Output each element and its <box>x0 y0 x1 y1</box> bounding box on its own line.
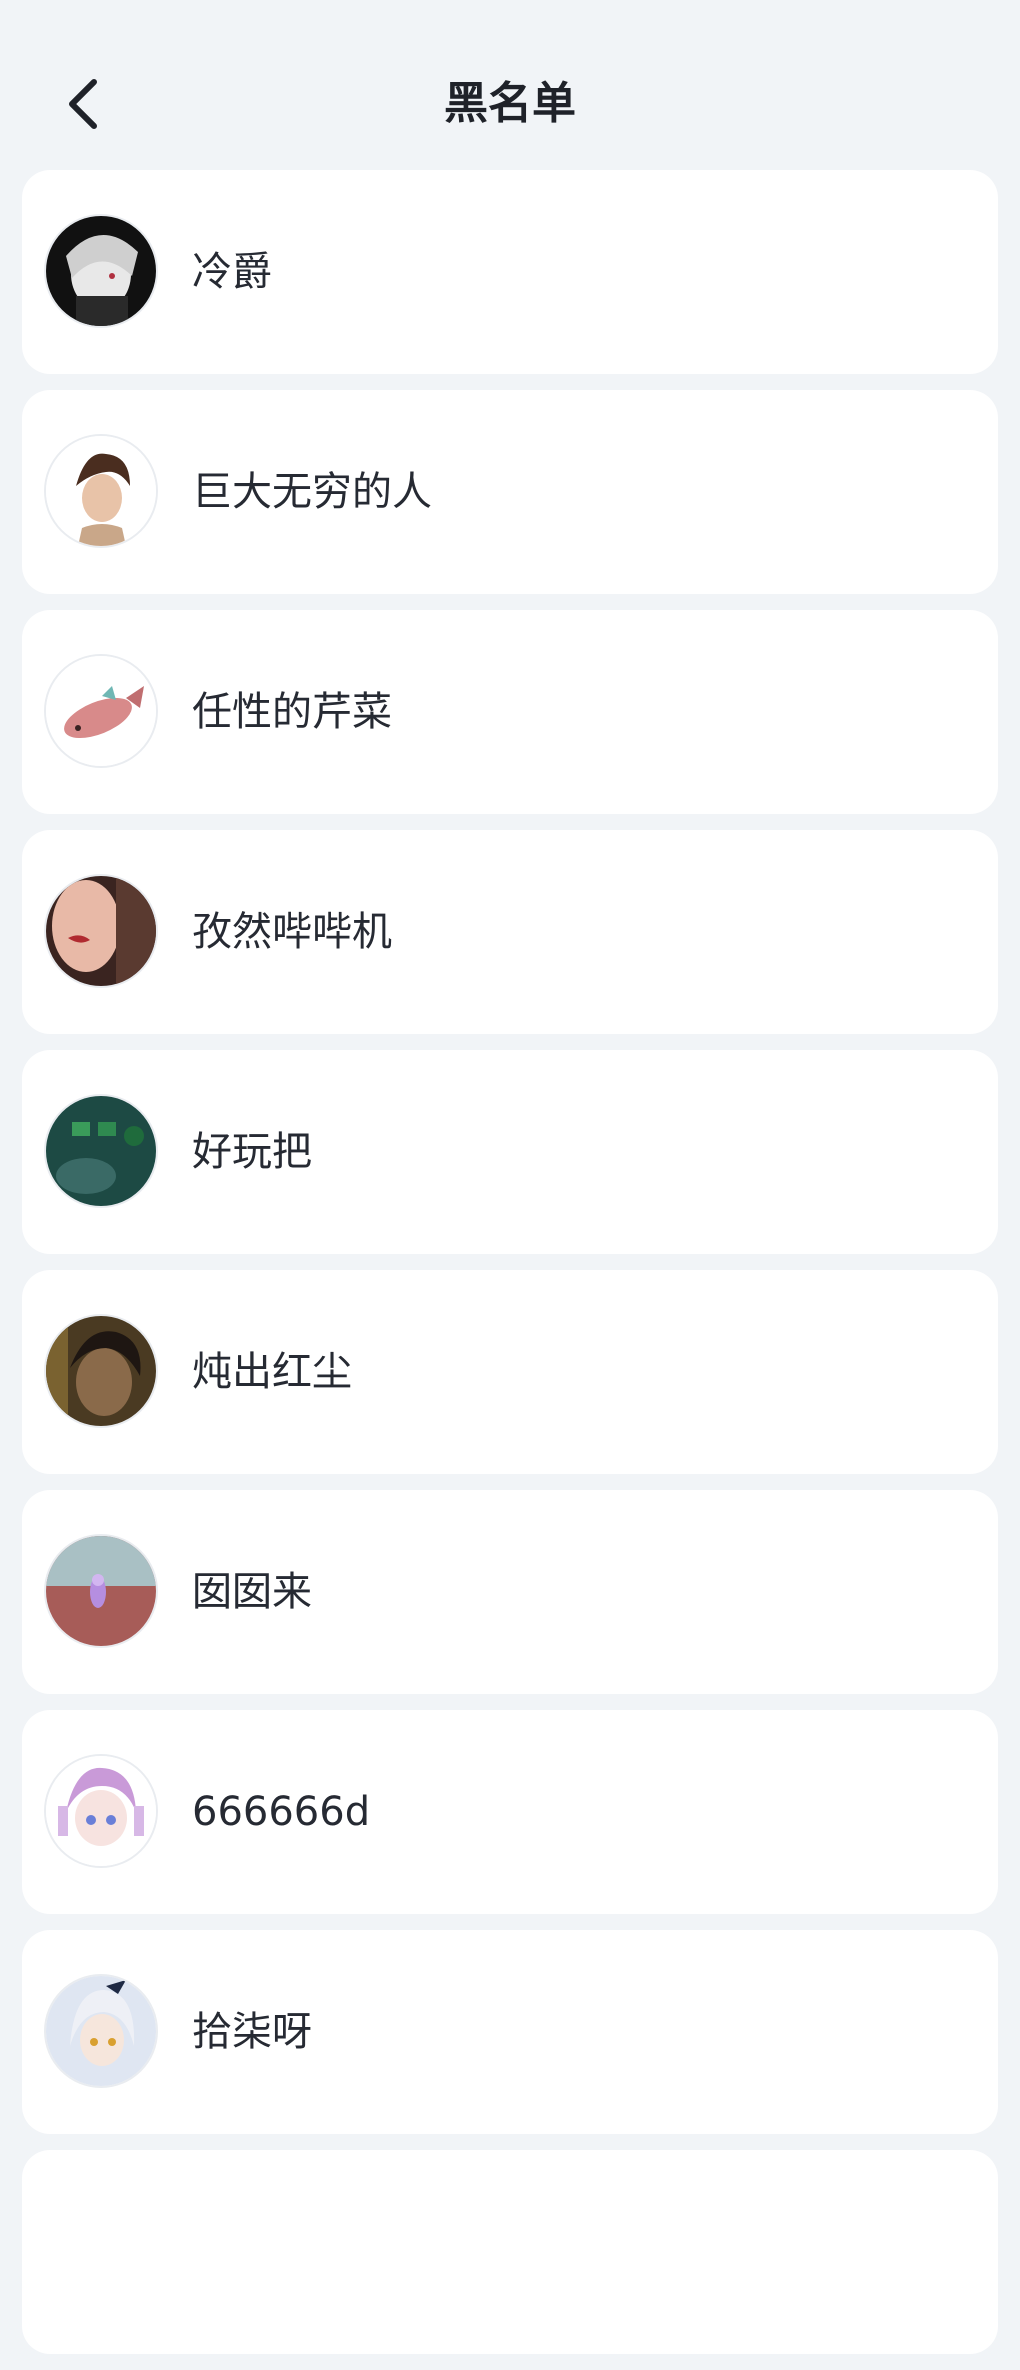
blacklist-item[interactable]: 孜然哔哔机 <box>22 830 998 1034</box>
user-name: 拾柒呀 <box>192 2009 312 2055</box>
blacklist-item[interactable]: 任性的芹菜 <box>22 610 998 814</box>
page-title: 黑名单 <box>444 78 576 129</box>
user-name: 巨大无穷的人 <box>192 469 432 515</box>
avatar[interactable] <box>46 436 156 546</box>
blacklist-item[interactable]: 冷爵 <box>22 170 998 374</box>
user-name: 冷爵 <box>192 249 272 295</box>
blacklist-item[interactable]: 囡囡来 <box>22 1490 998 1694</box>
avatar[interactable] <box>46 1096 156 1206</box>
blacklist-item[interactable]: 炖出红尘 <box>22 1270 998 1474</box>
blacklist-item[interactable] <box>22 2150 998 2354</box>
blacklist-item[interactable]: 巨大无穷的人 <box>22 390 998 594</box>
avatar[interactable] <box>46 1756 156 1866</box>
avatar[interactable] <box>46 656 156 766</box>
user-name: 囡囡来 <box>192 1569 312 1615</box>
user-name: 炖出红尘 <box>192 1349 352 1395</box>
user-name: 666666d <box>192 1789 371 1835</box>
blacklist-item[interactable]: 666666d <box>22 1710 998 1914</box>
blacklist: 冷爵 巨大无穷的人 任性的芹菜 孜然哔哔机 好玩把 炖出红尘 囡囡来 66666… <box>22 170 998 2370</box>
avatar[interactable] <box>46 1316 156 1426</box>
blacklist-item[interactable]: 拾柒呀 <box>22 1930 998 2134</box>
top-bar: 黑名单 <box>0 0 1020 170</box>
user-name: 任性的芹菜 <box>192 689 392 735</box>
avatar[interactable] <box>46 876 156 986</box>
user-name: 好玩把 <box>192 1129 312 1175</box>
avatar[interactable] <box>46 216 156 326</box>
blacklist-item[interactable]: 好玩把 <box>22 1050 998 1254</box>
avatar[interactable] <box>46 1536 156 1646</box>
avatar[interactable] <box>46 1976 156 2086</box>
user-name: 孜然哔哔机 <box>192 909 392 955</box>
